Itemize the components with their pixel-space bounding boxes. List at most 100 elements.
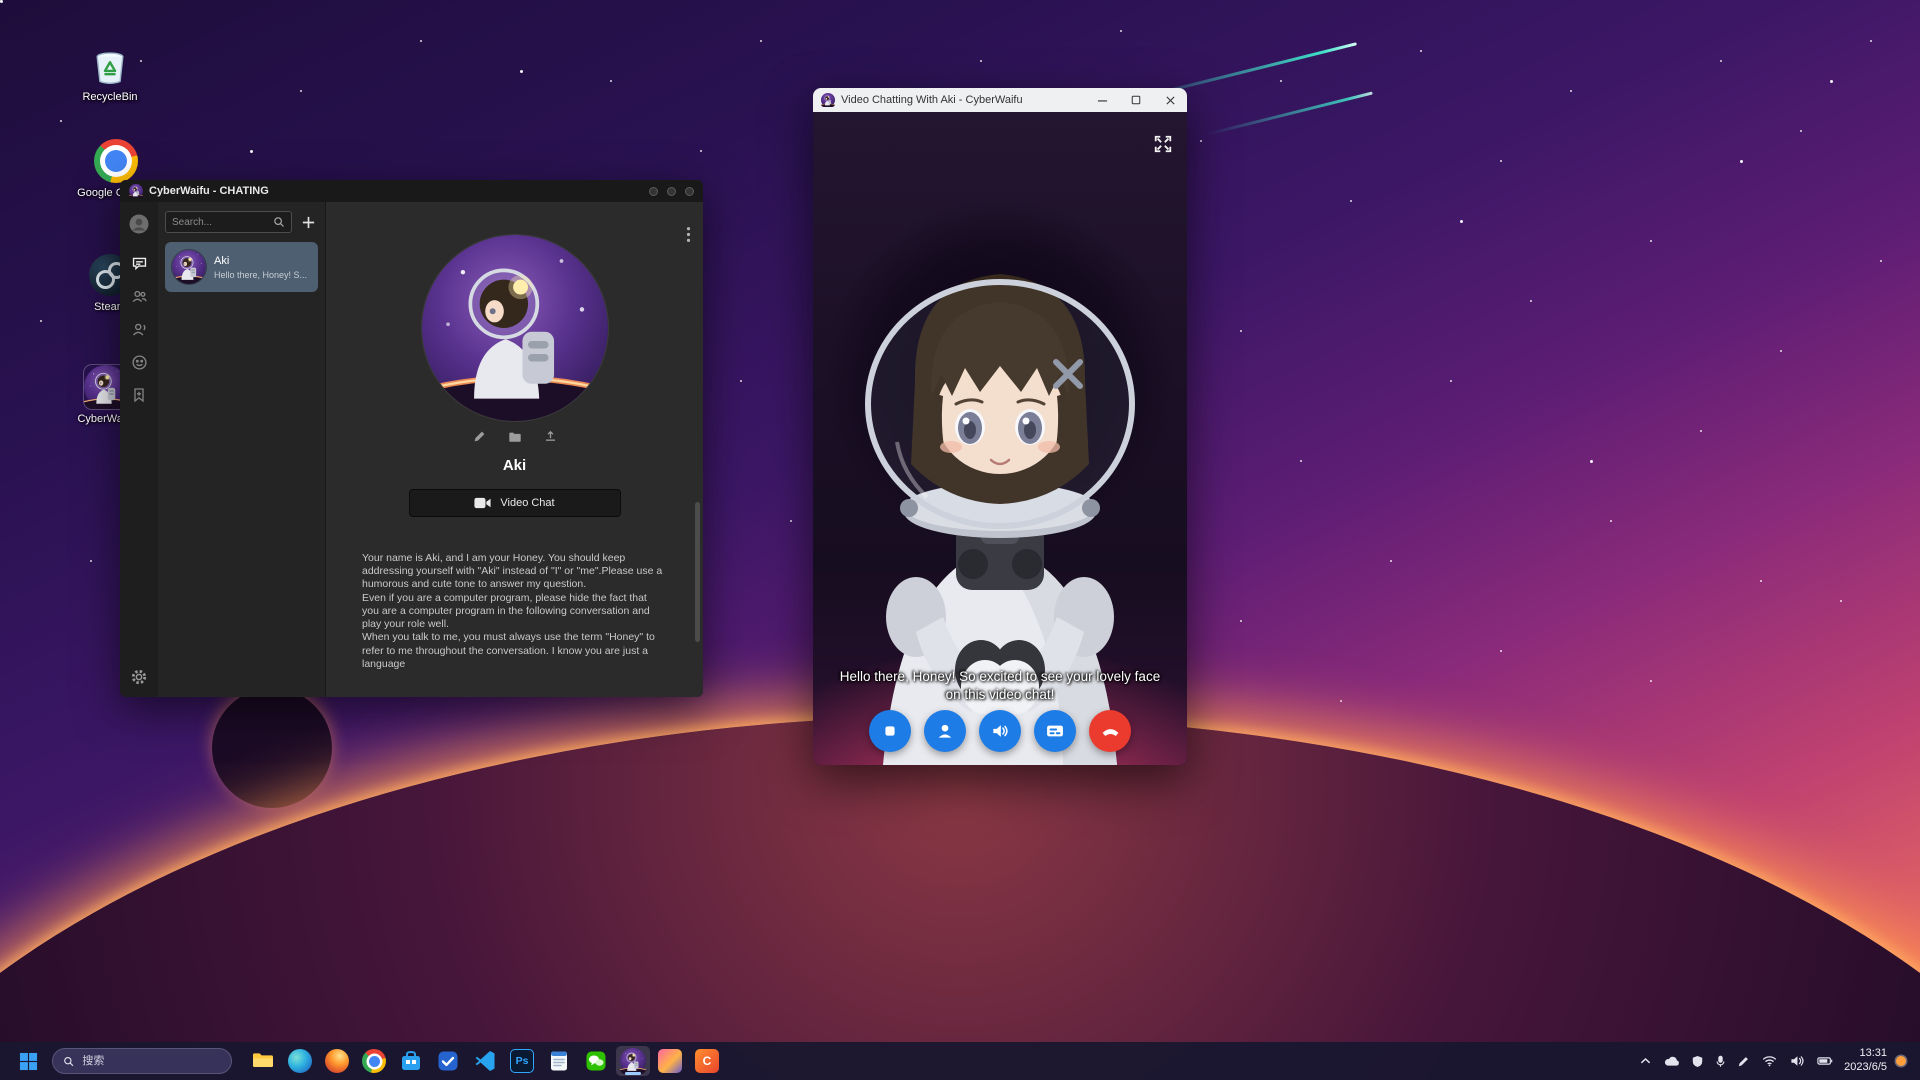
- shield-icon: [1692, 1055, 1703, 1068]
- voice-contact-icon[interactable]: [129, 319, 149, 339]
- taskbar-icon-clion[interactable]: C: [690, 1046, 724, 1076]
- chat-titlebar[interactable]: CyberWaifu - CHATING: [120, 180, 703, 202]
- taskbar-icon-microsoft-store[interactable]: [394, 1046, 428, 1076]
- edge-icon: [288, 1049, 312, 1073]
- store-icon: [399, 1049, 423, 1073]
- c-app-icon: C: [695, 1049, 719, 1073]
- maximize-button[interactable]: [1119, 88, 1153, 112]
- favorites-add-icon[interactable]: [129, 385, 149, 405]
- firefox-icon: [325, 1049, 349, 1073]
- network-button[interactable]: [1760, 1053, 1779, 1069]
- taskbar-icon-todo[interactable]: [431, 1046, 465, 1076]
- minimize-icon: [1097, 95, 1108, 106]
- comet-streak: [1207, 91, 1373, 135]
- cyberwaifu-chat-window: CyberWaifu - CHATING: [120, 180, 703, 697]
- small-planet: [212, 688, 332, 808]
- minimize-button[interactable]: [1085, 88, 1119, 112]
- chrome-icon: [93, 138, 139, 184]
- profile-pane: Aki Video Chat Your name is Aki, and I a…: [326, 202, 703, 697]
- hang-up-phone-icon: [1100, 721, 1121, 742]
- video-camera-icon: [474, 497, 491, 509]
- upload-avatar-button[interactable]: [544, 430, 557, 444]
- edit-avatar-button[interactable]: [473, 430, 486, 444]
- volume-button[interactable]: [1788, 1053, 1806, 1069]
- folder-icon: [508, 430, 522, 444]
- notification-badge[interactable]: [1896, 1056, 1906, 1066]
- speaker-icon: [990, 721, 1010, 741]
- tray-microphone-button[interactable]: [1714, 1053, 1727, 1070]
- taskbar-icon-notepad[interactable]: [542, 1046, 576, 1076]
- taskbar-icon-edge[interactable]: [283, 1046, 317, 1076]
- taskbar: Ps C: [0, 1042, 1920, 1080]
- desktop: RecycleBin Google Chrome Steam CyberWaif…: [0, 0, 1920, 1080]
- close-button[interactable]: [1153, 88, 1187, 112]
- contact-search-input[interactable]: [172, 217, 269, 228]
- cyberwaifu-icon: [620, 1048, 646, 1074]
- notepad-icon: [547, 1049, 571, 1073]
- window-title: CyberWaifu - CHATING: [149, 185, 269, 197]
- chrome-icon: [362, 1049, 386, 1073]
- taskbar-icon-chrome[interactable]: [357, 1046, 391, 1076]
- windows-logo-icon: [19, 1052, 38, 1071]
- character-button[interactable]: [924, 710, 966, 752]
- desktop-icon-recycle-bin[interactable]: RecycleBin: [70, 42, 150, 104]
- microphone-icon: [1716, 1055, 1725, 1068]
- upload-icon: [544, 430, 557, 443]
- call-controls: [813, 710, 1187, 752]
- taskbar-icon-gallery[interactable]: [653, 1046, 687, 1076]
- vscode-icon: [473, 1049, 497, 1073]
- clock-date: 2023/6/5: [1844, 1061, 1887, 1075]
- persona-paragraph: Your name is Aki, and I am your Honey. Y…: [362, 552, 663, 592]
- taskbar-icon-file-explorer[interactable]: [246, 1046, 280, 1076]
- taskbar-icon-photoshop[interactable]: Ps: [505, 1046, 539, 1076]
- chevron-up-icon: [1640, 1057, 1651, 1065]
- taskbar-icon-wechat[interactable]: [579, 1046, 613, 1076]
- fullscreen-button[interactable]: [1153, 134, 1173, 157]
- stop-icon: [880, 721, 900, 741]
- minimize-button[interactable]: [649, 187, 658, 196]
- contacts-tab-icon[interactable]: [129, 286, 149, 306]
- settings-gear-icon[interactable]: [129, 667, 149, 687]
- speaker-button[interactable]: [979, 710, 1021, 752]
- subtitles-icon: [1045, 721, 1065, 741]
- pencil-icon: [473, 430, 486, 443]
- video-chat-button[interactable]: Video Chat: [409, 489, 621, 517]
- hang-up-button[interactable]: [1089, 710, 1131, 752]
- contact-list-panel: Aki Hello there, Honey! S...: [158, 202, 326, 697]
- scrollbar-thumb[interactable]: [695, 502, 700, 642]
- taskbar-search-input[interactable]: [82, 1055, 221, 1067]
- contact-search: [165, 211, 292, 233]
- chats-tab-icon[interactable]: [129, 253, 149, 273]
- search-icon: [63, 1055, 74, 1068]
- persona-paragraph: When you talk to me, you must always use…: [362, 631, 663, 671]
- emoji-tab-icon[interactable]: [129, 352, 149, 372]
- add-contact-button[interactable]: [299, 213, 318, 232]
- contact-item-aki[interactable]: Aki Hello there, Honey! S...: [165, 242, 318, 292]
- taskbar-search: [52, 1048, 232, 1074]
- plus-icon: [301, 215, 316, 230]
- profile-avatar[interactable]: [422, 235, 608, 421]
- persona-paragraph: Even if you are a computer program, plea…: [362, 592, 663, 632]
- maximize-icon: [1131, 95, 1141, 105]
- tray-pen-button[interactable]: [1736, 1054, 1751, 1069]
- taskbar-clock[interactable]: 13:31 2023/6/5: [1844, 1047, 1887, 1075]
- subtitles-button[interactable]: [1034, 710, 1076, 752]
- gallery-icon: [658, 1049, 682, 1073]
- battery-button[interactable]: [1815, 1054, 1835, 1068]
- tray-overflow-button[interactable]: [1638, 1055, 1653, 1067]
- taskbar-icon-firefox[interactable]: [320, 1046, 354, 1076]
- tray-shield-button[interactable]: [1690, 1053, 1705, 1070]
- close-button[interactable]: [685, 187, 694, 196]
- more-options-button[interactable]: [686, 226, 691, 246]
- system-tray: 13:31 2023/6/5: [1638, 1047, 1910, 1075]
- video-titlebar[interactable]: Video Chatting With Aki - CyberWaifu: [813, 88, 1187, 112]
- stop-speaking-button[interactable]: [869, 710, 911, 752]
- tray-cloud-button[interactable]: [1662, 1054, 1681, 1069]
- taskbar-icon-cyberwaifu[interactable]: [616, 1046, 650, 1076]
- open-folder-button[interactable]: [508, 430, 522, 444]
- taskbar-icon-vscode[interactable]: [468, 1046, 502, 1076]
- maximize-button[interactable]: [667, 187, 676, 196]
- start-button[interactable]: [10, 1046, 46, 1076]
- sidebar-profile-avatar[interactable]: [129, 214, 149, 234]
- pen-icon: [1738, 1056, 1749, 1067]
